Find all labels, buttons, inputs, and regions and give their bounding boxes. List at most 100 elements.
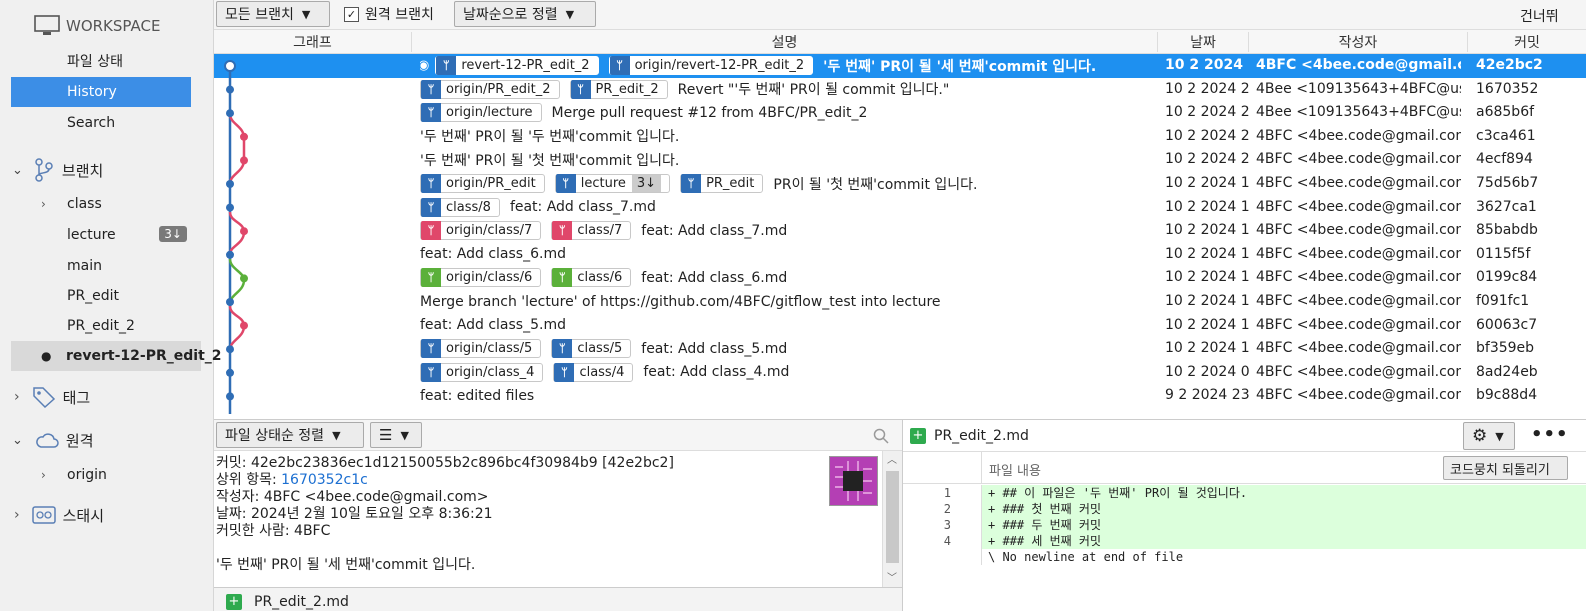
commit-date: 10 2 2024 1 (1165, 340, 1250, 357)
branch-label[interactable]: ᛘ origin/PR_edit (420, 174, 545, 193)
file-list-item[interactable]: + PR_edit_2.md (226, 594, 349, 610)
commit-row[interactable]: Merge branch 'lecture' of https://github… (214, 290, 1586, 314)
sidebar-item-remote-origin[interactable]: › origin (11, 460, 191, 490)
settings-dropdown[interactable]: ⚙ ▼ (1463, 422, 1515, 450)
commit-row[interactable]: ᛘ origin/class/7 ᛘ class/7 feat: Add class_7… (214, 219, 1586, 243)
commit-row[interactable]: ᛘ origin/class/5 ᛘ class/5 feat: Add class_5… (214, 337, 1586, 361)
stash-header[interactable]: › 스태시 (14, 500, 104, 530)
sidebar-item-branch-main[interactable]: main (11, 251, 191, 281)
revert-hunk-button[interactable]: 코드뭉치 되돌리기 (1443, 456, 1568, 480)
commit-row[interactable]: '두 번째' PR이 될 '두 번째'commit 입니다. 10 2 2024 … (214, 125, 1586, 149)
chevron-right-icon[interactable]: › (41, 197, 46, 211)
sidebar-item-branch-pr-edit[interactable]: PR_edit (11, 281, 191, 311)
branch-icon: ᛘ (421, 197, 441, 217)
commit-row[interactable]: feat: edited files 9 2 2024 23 4BFC <4bee.… (214, 384, 1586, 408)
commit-row[interactable]: '두 번째' PR이 될 '첫 번째'commit 입니다. 10 2 2024 … (214, 148, 1586, 172)
tags-header[interactable]: › 태그 (14, 382, 90, 412)
branch-label[interactable]: ᛘ class/5 (551, 339, 632, 359)
graph-commit-node[interactable] (226, 298, 234, 306)
commit-row[interactable]: ᛘ origin/PR_edit ᛘ lecture 3↓ ᛘ PR_edit PR이 될 '… (214, 172, 1586, 196)
sidebar-item-branch-lecture[interactable]: lecture 3↓ (11, 220, 191, 250)
branch-label[interactable]: ᛘ origin/class/7 (420, 221, 542, 241)
branch-label[interactable]: ᛘ revert-12-PR_edit_2 (435, 56, 599, 75)
commit-row[interactable]: ᛘ origin/class_4 ᛘ class/4 feat: Add class_4… (214, 361, 1586, 385)
branch-icon: ᛘ (552, 268, 573, 288)
chevron-down-icon[interactable]: ⌄ (12, 433, 23, 448)
parent-commit-link[interactable]: 1670352c1c (281, 472, 368, 488)
branch-label[interactable]: ᛘ origin/PR_edit_2 (420, 79, 560, 99)
sort-dropdown[interactable]: 날짜순으로 정렬 ▼ (454, 1, 596, 27)
sidebar-item-branch-class[interactable]: › class (11, 189, 191, 219)
column-author[interactable]: 작성자 (1249, 32, 1468, 52)
branch-icon: ᛘ (421, 268, 441, 288)
commit-row[interactable]: ᛘ origin/PR_edit_2 ᛘ PR_edit_2 Revert "'두 번째… (214, 78, 1586, 102)
graph-commit-node[interactable] (226, 109, 234, 118)
graph-commit-node[interactable] (240, 156, 248, 165)
commit-row[interactable]: feat: Add class_6.md 10 2 2024 1 4BFC <4be… (214, 243, 1586, 267)
sidebar-item-branch-pr-edit-2[interactable]: PR_edit_2 (11, 311, 191, 341)
commit-message: '두 번째' PR이 될 '첫 번째'commit 입니다. (420, 152, 680, 169)
column-commit[interactable]: 커밋 (1468, 32, 1586, 52)
remotes-header[interactable]: ⌄ 원격 (12, 425, 94, 455)
chevron-right-icon[interactable]: › (14, 507, 20, 523)
commit-row[interactable]: ◉ ᛘ revert-12-PR_edit_2 ᛘ origin/revert-12-P… (214, 54, 1586, 78)
graph-commit-node[interactable] (240, 227, 248, 236)
detail-parent: 상위 항목: 1670352c1c (216, 472, 880, 489)
graph-commit-node[interactable] (226, 203, 234, 212)
branch-label[interactable]: ᛘ class/4 (553, 362, 634, 382)
sidebar-item-search[interactable]: Search (11, 108, 191, 138)
graph-head-node[interactable] (224, 60, 236, 72)
branches-header[interactable]: ⌄ 브랜치 (12, 155, 103, 185)
graph-commit-node[interactable] (226, 250, 234, 259)
commit-row[interactable]: ᛘ origin/lecture Merge pull request #12 fr… (214, 101, 1586, 125)
branch-label[interactable]: ᛘ PR_edit_2 (569, 79, 668, 99)
graph-commit-node[interactable] (240, 132, 248, 141)
column-date[interactable]: 날짜 (1158, 32, 1249, 52)
commit-row[interactable]: ᛘ class/8 feat: Add class_7.md 10 2 2024 1 4… (214, 196, 1586, 220)
column-description[interactable]: 설명 (412, 32, 1158, 52)
more-options-icon[interactable]: ••• (1531, 424, 1569, 445)
branch-label[interactable]: ᛘ origin/revert-12-PR_edit_2 (608, 56, 814, 75)
commit-hash: bf359eb (1476, 340, 1535, 357)
graph-commit-node[interactable] (226, 392, 234, 401)
branch-label[interactable]: ᛘ class/6 (551, 268, 632, 288)
search-icon[interactable] (873, 428, 889, 444)
branch-label[interactable]: ᛘ class/7 (551, 221, 632, 241)
branch-label[interactable]: ᛘ origin/class/5 (420, 339, 542, 359)
branch-label[interactable]: ᛘ origin/class/6 (420, 268, 542, 288)
sidebar-item-branch-current[interactable]: ● revert-12-PR_edit_2 (11, 341, 222, 371)
commit-hash: c3ca461 (1476, 127, 1536, 144)
checkbox-checked-icon[interactable]: ✓ (344, 6, 359, 22)
scroll-down-icon[interactable]: ﹀ (887, 569, 897, 584)
graph-commit-node[interactable] (226, 345, 234, 354)
graph-commit-node[interactable] (226, 180, 234, 188)
chevron-right-icon[interactable]: › (41, 468, 46, 482)
view-mode-dropdown[interactable]: ☰ ▼ (370, 422, 422, 448)
graph-commit-node[interactable] (240, 321, 248, 330)
skip-label[interactable]: 건너뛰 (1520, 6, 1559, 26)
branch-label[interactable]: ᛘ PR_edit (680, 174, 764, 193)
scroll-thumb[interactable] (886, 471, 899, 563)
branch-filter-dropdown[interactable]: 모든 브랜치 ▼ (216, 1, 330, 27)
branch-label[interactable]: ᛘ origin/lecture (420, 103, 542, 123)
remote-branch-checkbox[interactable]: ✓ 원격 브랜치 (344, 4, 434, 24)
branch-label[interactable]: ᛘ class/8 (420, 197, 500, 217)
commit-date: 10 2 2024 2 (1165, 151, 1250, 168)
column-graph[interactable]: 그래프 (214, 32, 412, 52)
sidebar-item-file-status[interactable]: 파일 상태 (11, 46, 191, 76)
branch-label[interactable]: ᛘ lecture 3↓ (554, 174, 671, 193)
workspace-header[interactable]: WORKSPACE (34, 11, 160, 41)
scroll-up-icon[interactable]: ︿ (887, 451, 897, 466)
graph-commit-node[interactable] (240, 274, 248, 283)
branch-label[interactable]: ᛘ origin/class_4 (420, 362, 544, 382)
commit-author: 4BFC <4bee.code@gmail.com: (1256, 363, 1461, 380)
file-sort-dropdown[interactable]: 파일 상태순 정렬 ▼ (216, 422, 364, 448)
details-scrollbar[interactable]: ︿ ﹀ (882, 451, 902, 587)
chevron-right-icon[interactable]: › (14, 389, 20, 405)
commit-row[interactable]: ᛘ origin/class/6 ᛘ class/6 feat: Add class_6… (214, 266, 1586, 290)
sidebar-item-history[interactable]: History (11, 77, 191, 107)
chevron-down-icon[interactable]: ⌄ (12, 163, 23, 178)
graph-commit-node[interactable] (226, 85, 234, 94)
graph-commit-node[interactable] (226, 368, 234, 377)
commit-row[interactable]: feat: Add class_5.md 10 2 2024 1 4BFC <4be… (214, 314, 1586, 338)
